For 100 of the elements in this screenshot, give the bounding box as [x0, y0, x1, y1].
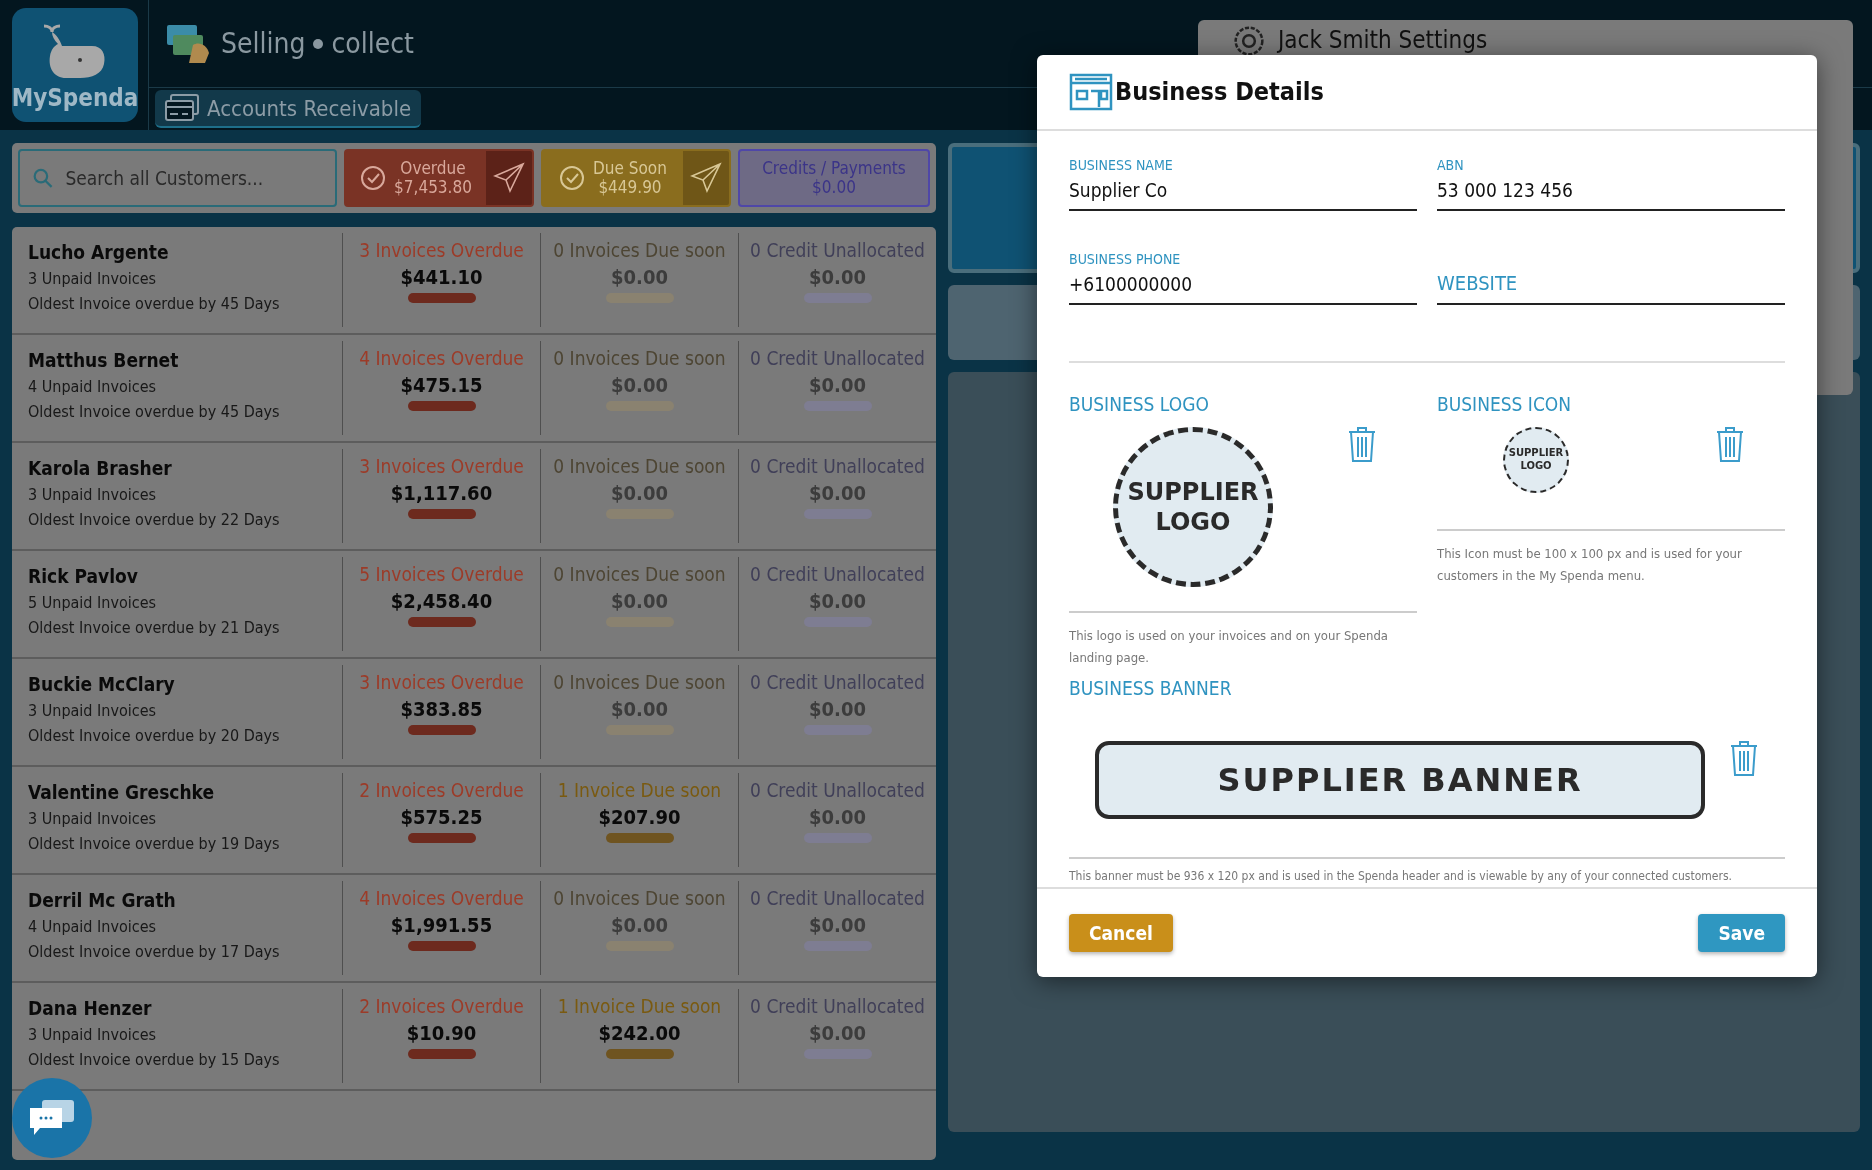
paper-plane-icon: [690, 162, 722, 194]
section-subtitle: collect: [331, 27, 414, 60]
status-bar: [407, 941, 476, 951]
oldest-overdue: Oldest Invoice overdue by 22 Days: [28, 510, 281, 529]
oldest-overdue: Oldest Invoice overdue by 20 Days: [28, 726, 281, 745]
section-label: BUSINESS BANNER: [1069, 676, 1233, 699]
trash-icon[interactable]: [1715, 426, 1745, 463]
search-box[interactable]: Search all Customers...: [18, 149, 337, 207]
status-amount: $575.25: [400, 805, 483, 829]
filter-amount: $449.90: [598, 178, 662, 197]
customer-name[interactable]: Derril Mc Grath: [28, 889, 326, 911]
status-bar: [407, 509, 476, 519]
trash-icon[interactable]: [1729, 740, 1759, 777]
status-bar: [803, 401, 872, 411]
invoice-status-label: 5 Invoices Overdue: [359, 563, 524, 585]
invoice-status-label: 3 Invoices Overdue: [359, 455, 524, 477]
unpaid-count: 4 Unpaid Invoices: [28, 377, 158, 396]
status-amount: $0.00: [611, 373, 668, 397]
status-amount: $0.00: [809, 265, 866, 289]
customer-name[interactable]: Karola Brasher: [28, 457, 326, 479]
status-amount: $441.10: [400, 265, 483, 289]
section-label: BUSINESS ICON: [1437, 392, 1573, 415]
status-amount: $1,117.60: [390, 481, 493, 505]
save-button[interactable]: Save: [1698, 913, 1785, 952]
unpaid-count: 3 Unpaid Invoices: [28, 485, 158, 504]
oldest-overdue: Oldest Invoice overdue by 17 Days: [28, 942, 281, 961]
customer-name[interactable]: Matthus Bernet: [28, 349, 326, 371]
status-amount: $0.00: [611, 697, 668, 721]
status-bar: [407, 1049, 476, 1059]
unpaid-count: 3 Unpaid Invoices: [28, 701, 158, 720]
status-amount: $0.00: [611, 913, 668, 937]
text-field[interactable]: 53 000 123 456: [1437, 178, 1785, 211]
customer-name[interactable]: Dana Henzer: [28, 997, 326, 1019]
status-amount: $0.00: [809, 589, 866, 613]
customer-name[interactable]: Rick Pavlov: [28, 565, 326, 587]
customer-name[interactable]: Buckie McClary: [28, 673, 326, 695]
unpaid-count: 5 Unpaid Invoices: [28, 593, 158, 612]
status-amount: $0.00: [809, 697, 866, 721]
logo-text: MySpenda: [11, 84, 139, 112]
status-amount: $207.90: [598, 805, 681, 829]
app-logo[interactable]: MySpenda: [12, 8, 138, 122]
text-field[interactable]: WEBSITE: [1437, 270, 1785, 305]
oldest-overdue: Oldest Invoice overdue by 45 Days: [28, 402, 281, 421]
status-bar: [803, 1049, 872, 1059]
status-amount: $383.85: [400, 697, 483, 721]
due-soon-filter-button[interactable]: Due Soon $449.90: [541, 149, 731, 207]
unpaid-count: 4 Unpaid Invoices: [28, 917, 158, 936]
unpaid-count: 3 Unpaid Invoices: [28, 809, 158, 828]
status-amount: $0.00: [809, 373, 866, 397]
invoice-status-label: 0 Credit Unallocated: [750, 671, 925, 693]
status-bar: [803, 617, 872, 627]
invoice-status-label: 0 Invoices Due soon: [553, 671, 726, 693]
gear-icon: [1234, 26, 1264, 56]
icon-preview: SUPPLIER LOGO: [1503, 426, 1569, 493]
trash-icon[interactable]: [1347, 426, 1377, 463]
invoice-status-label: 0 Invoices Due soon: [553, 887, 726, 909]
status-bar: [803, 509, 872, 519]
customer-name[interactable]: Valentine Greschke: [28, 781, 326, 803]
invoice-status-label: 3 Invoices Overdue: [359, 671, 524, 693]
status-bar: [605, 1049, 674, 1059]
invoice-status-label: 2 Invoices Overdue: [359, 779, 524, 801]
oldest-overdue: Oldest Invoice overdue by 15 Days: [28, 1050, 281, 1069]
invoice-status-label: 3 Invoices Overdue: [359, 239, 524, 261]
hint-text: This Icon must be 100 x 100 px and is used for your customers in the My Spenda menu.: [1437, 544, 1743, 585]
status-bar: [407, 725, 476, 735]
text-field[interactable]: +6100000000: [1069, 272, 1417, 305]
cancel-button[interactable]: Cancel: [1069, 913, 1173, 952]
status-bar: [803, 833, 872, 843]
invoice-status-label: 0 Credit Unallocated: [750, 887, 925, 909]
status-amount: $0.00: [611, 265, 668, 289]
separator-dot: [313, 38, 324, 49]
invoice-status-label: 0 Credit Unallocated: [750, 995, 925, 1017]
banner-preview: SUPPLIER BANNER: [1095, 740, 1705, 819]
status-amount: $242.00: [598, 1021, 681, 1045]
invoice-status-label: 0 Credit Unallocated: [750, 779, 925, 801]
status-bar: [803, 725, 872, 735]
filter-amount: $7,453.80: [394, 178, 472, 197]
field-label: BUSINESS NAME: [1069, 156, 1174, 173]
invoice-status-label: 0 Invoices Due soon: [553, 563, 726, 585]
status-amount: $0.00: [611, 589, 668, 613]
overdue-filter-button[interactable]: Overdue $7,453.80: [344, 149, 534, 207]
search-icon: [32, 166, 54, 190]
status-amount: $0.00: [809, 913, 866, 937]
filter-label: Due Soon: [593, 159, 667, 178]
status-bar: [407, 401, 476, 411]
search-field[interactable]: Search all Customers...: [63, 166, 323, 190]
text-field[interactable]: Supplier Co: [1069, 178, 1417, 211]
dialog-title: Business Details: [1115, 77, 1324, 107]
unpaid-count: 3 Unpaid Invoices: [28, 1025, 158, 1044]
status-bar: [407, 293, 476, 303]
accounts-receivable-tab[interactable]: Accounts Receivable: [155, 90, 422, 128]
customer-name[interactable]: Lucho Argente: [28, 241, 326, 263]
status-bar: [803, 293, 872, 303]
invoice-status-label: 1 Invoice Due soon: [557, 779, 722, 801]
oldest-overdue: Oldest Invoice overdue by 19 Days: [28, 834, 281, 853]
filter-label: Overdue: [400, 159, 466, 178]
invoice-status-label: 0 Invoices Due soon: [553, 455, 726, 477]
status-amount: $475.15: [400, 373, 483, 397]
field-label: ABN: [1437, 156, 1465, 173]
invoice-status-label: 1 Invoice Due soon: [557, 995, 722, 1017]
